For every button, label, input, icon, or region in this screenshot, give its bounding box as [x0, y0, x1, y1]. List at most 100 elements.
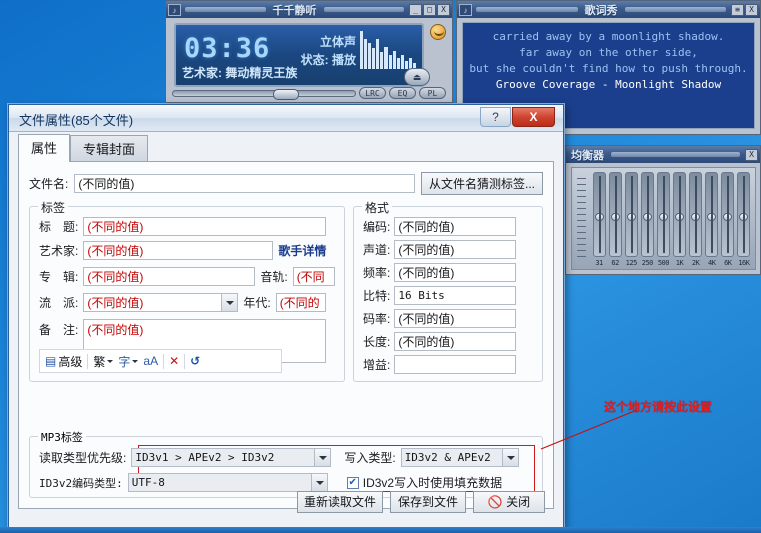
eq-button[interactable]: EQ [389, 87, 416, 99]
player-stereo-label: 立体声 [319, 35, 356, 49]
smiley-icon[interactable] [430, 24, 446, 40]
chevron-down-icon[interactable] [221, 294, 238, 311]
eq-slider-knob[interactable] [707, 212, 717, 221]
eq-band[interactable]: 4K [704, 172, 720, 267]
player-minimize-button[interactable]: _ [409, 3, 422, 16]
equalizer-titlebar-filler [611, 152, 740, 157]
seek-slider[interactable] [172, 88, 356, 100]
save-to-file-button[interactable]: 保存到文件 [390, 491, 466, 513]
dialog-titlebar[interactable]: 文件属性(85个文件) ? X [9, 105, 563, 132]
lrc-button[interactable]: LRC [359, 87, 386, 99]
advanced-button[interactable]: ▤ 高级 [45, 353, 82, 370]
traditional-chinese-button[interactable]: 繁 [93, 353, 114, 370]
equalizer-close-button[interactable]: X [745, 148, 758, 161]
ttplayer-window[interactable]: ♪ 千千静听 _ □ X 03:36 立体声 状态: 播放 艺术家: 舞动精灵王… [165, 0, 453, 103]
encoding-input[interactable] [394, 217, 517, 236]
titlebar-filler-left [185, 7, 266, 12]
bitrate-input[interactable] [394, 309, 517, 328]
equalizer-titlebar[interactable]: 均衡器 X [566, 146, 760, 163]
eq-slider[interactable] [608, 172, 622, 257]
title-input[interactable] [83, 217, 327, 236]
eq-band[interactable]: 1K [671, 172, 687, 267]
eq-slider-knob[interactable] [626, 212, 636, 221]
gain-input[interactable] [394, 355, 517, 374]
eq-slider-knob[interactable] [594, 212, 604, 221]
player-close-button[interactable]: X [437, 3, 450, 16]
file-properties-dialog[interactable]: 文件属性(85个文件) ? X 属性 专辑封面 文件名: 从文件名猜测标签...… [8, 104, 564, 528]
lyrics-close-button[interactable]: X [745, 3, 758, 16]
genre-dropdown[interactable] [83, 293, 239, 312]
close-dialog-button[interactable]: 🚫 关闭 [473, 491, 545, 513]
genre-input[interactable] [83, 293, 239, 312]
note-icon[interactable]: ♪ [459, 3, 472, 16]
eq-slider-knob[interactable] [723, 212, 733, 221]
case-convert-button[interactable]: aA [143, 354, 158, 368]
eq-band[interactable]: 250 [639, 172, 655, 267]
reset-button[interactable]: ↺ [190, 354, 200, 368]
eq-slider-knob[interactable] [610, 212, 620, 221]
eq-slider[interactable] [737, 172, 751, 257]
chevron-down-icon[interactable] [107, 359, 114, 363]
eq-slider-knob[interactable] [658, 212, 668, 221]
chevron-down-icon[interactable] [132, 359, 139, 363]
player-maximize-button[interactable]: □ [423, 3, 436, 16]
eq-band[interactable]: 31 [591, 172, 607, 267]
note-icon[interactable]: ♪ [168, 3, 181, 16]
eq-scale-tick [577, 232, 586, 233]
eq-slider-knob[interactable] [691, 212, 701, 221]
chevron-down-icon[interactable] [314, 449, 331, 466]
eq-band[interactable]: 62 [607, 172, 623, 267]
clear-button[interactable]: ✕ [169, 354, 179, 368]
reload-file-button[interactable]: 重新读取文件 [297, 491, 383, 513]
eq-slider[interactable] [656, 172, 670, 257]
channels-input[interactable] [394, 240, 517, 259]
spellcheck-icon: 字 [118, 354, 131, 369]
eq-band[interactable]: 6K [720, 172, 736, 267]
eq-slider[interactable] [673, 172, 687, 257]
eq-band[interactable]: 2K [688, 172, 704, 267]
read-priority-dropdown[interactable] [131, 448, 332, 467]
eq-slider[interactable] [689, 172, 703, 257]
seek-slider-knob[interactable] [273, 88, 300, 100]
album-label: 专 辑: [39, 270, 79, 284]
help-button[interactable]: ? [480, 107, 511, 127]
eq-slider-knob[interactable] [642, 212, 652, 221]
lyrics-shade-button[interactable]: ≡ [731, 3, 744, 16]
bitdepth-input[interactable] [394, 286, 517, 305]
eq-band[interactable]: 16K [736, 172, 752, 267]
eq-slider[interactable] [592, 172, 606, 257]
year-input[interactable] [275, 293, 326, 312]
filename-input[interactable] [74, 174, 415, 193]
eq-slider-knob[interactable] [739, 212, 749, 221]
write-type-dropdown[interactable] [400, 448, 519, 467]
eq-slider[interactable] [721, 172, 735, 257]
equalizer-window[interactable]: 均衡器 X 31 62 125 250 500 1K 2K 4K 6K 16K [565, 145, 761, 275]
edit-note-icon: ▤ [45, 354, 57, 368]
guess-tag-from-filename-button[interactable]: 从文件名猜测标签... [420, 172, 543, 195]
eq-slider[interactable] [624, 172, 638, 257]
eject-button[interactable]: ⏏ [404, 68, 430, 86]
player-title: 千千静听 [272, 4, 317, 17]
checkbox-checked-icon[interactable]: ✔ [346, 476, 359, 489]
eq-band[interactable]: 500 [655, 172, 671, 267]
playlist-button[interactable]: PL [419, 87, 446, 99]
length-input[interactable] [394, 332, 517, 351]
artist-input[interactable] [83, 241, 274, 260]
dialog-close-button[interactable]: X [512, 107, 555, 127]
eq-slider-knob[interactable] [675, 212, 685, 221]
eq-slider[interactable] [705, 172, 719, 257]
album-input[interactable] [83, 267, 256, 286]
lyrics-titlebar[interactable]: ♪ 歌词秀 ≡ X [457, 1, 760, 18]
tab-properties[interactable]: 属性 [18, 134, 71, 162]
taskbar[interactable] [0, 527, 761, 533]
chevron-down-icon[interactable] [501, 449, 518, 466]
eq-band[interactable]: 125 [623, 172, 639, 267]
read-priority-input[interactable] [131, 448, 332, 467]
tab-album-cover[interactable]: 专辑封面 [70, 135, 149, 162]
track-input[interactable] [292, 267, 335, 286]
eq-slider[interactable] [640, 172, 654, 257]
frequency-input[interactable] [394, 263, 517, 282]
spellcheck-button[interactable]: 字 [118, 353, 139, 370]
artist-details-link[interactable]: 歌手详情 [278, 242, 326, 259]
player-titlebar[interactable]: ♪ 千千静听 _ □ X [166, 1, 452, 18]
